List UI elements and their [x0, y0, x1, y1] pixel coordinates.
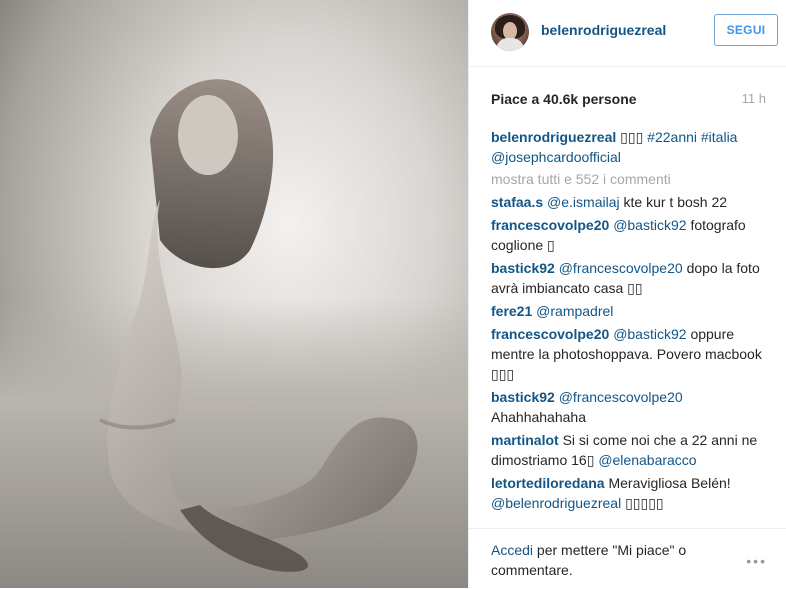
login-link[interactable]: Accedi: [491, 542, 533, 558]
caption-mention[interactable]: @josephcardoofficial: [491, 149, 621, 165]
comment-emoji: ▯▯▯▯▯: [625, 495, 664, 511]
post-footer: Accedi per mettere "Mi piace" o commenta…: [469, 528, 786, 589]
comments-list: belenrodriguezreal ▯▯▯ #22anni #italia @…: [491, 127, 771, 513]
more-options-icon[interactable]: •••: [746, 553, 767, 569]
photo-figure: [99, 79, 418, 572]
caption-hashtag[interactable]: #22anni: [647, 129, 697, 145]
comment-user[interactable]: francescovolpe20: [491, 326, 609, 342]
comment-item: fere21 @rampadrel: [491, 301, 771, 321]
comment-user[interactable]: francescovolpe20: [491, 217, 609, 233]
login-prompt: Accedi per mettere "Mi piace" o commenta…: [491, 540, 711, 580]
comment-mention[interactable]: @elenabaracco: [598, 452, 696, 468]
comment-item: francescovolpe20 @bastick92 fotografo co…: [491, 215, 771, 255]
caption-hashtag-2[interactable]: #italia: [701, 129, 738, 145]
comment-user[interactable]: bastick92: [491, 260, 555, 276]
comment-item: martinalot Si si come noi che a 22 anni …: [491, 430, 771, 470]
comment-text: kte kur t bosh 22: [623, 194, 728, 210]
comment-item: bastick92 @francescovolpe20 dopo la foto…: [491, 258, 771, 298]
comment-user[interactable]: fere21: [491, 303, 532, 319]
show-all-comments[interactable]: mostra tutti e 552 i commenti: [491, 169, 771, 189]
post-header: belenrodriguezreal SEGUI: [469, 0, 786, 67]
comment-mention[interactable]: @belenrodriguezreal: [491, 495, 621, 511]
comment-mention[interactable]: @rampadrel: [536, 303, 613, 319]
comment-item: francescovolpe20 @bastick92 oppure mentr…: [491, 324, 771, 384]
comment-user[interactable]: martinalot: [491, 432, 559, 448]
post-username[interactable]: belenrodriguezreal: [541, 22, 666, 38]
likes-count[interactable]: Piace a 40.6k persone: [491, 91, 637, 107]
comment-mention[interactable]: @francescovolpe20: [559, 389, 683, 405]
avatar[interactable]: [491, 13, 529, 51]
comment-text: Ahahhahahaha: [491, 409, 586, 425]
comment-mention[interactable]: @bastick92: [613, 326, 686, 342]
comment-item: bastick92 @francescovolpe20 Ahahhahahaha: [491, 387, 771, 427]
comment-user[interactable]: stafaa.s: [491, 194, 543, 210]
comment-user[interactable]: bastick92: [491, 389, 555, 405]
comment-item: letortediloredana Meravigliosa Belén! @b…: [491, 473, 771, 513]
comment-user[interactable]: letortediloredana: [491, 475, 605, 491]
avatar-shirt: [496, 38, 524, 51]
post-photo: [0, 0, 468, 588]
post-sidebar: belenrodriguezreal SEGUI Piace a 40.6k p…: [468, 0, 786, 588]
follow-button[interactable]: SEGUI: [714, 14, 778, 46]
caption: belenrodriguezreal ▯▯▯ #22anni #italia @…: [491, 127, 771, 167]
caption-emoji: ▯▯▯: [620, 129, 644, 145]
caption-user[interactable]: belenrodriguezreal: [491, 129, 616, 145]
comment-text: Meravigliosa Belén!: [608, 475, 731, 491]
comment-mention[interactable]: @francescovolpe20: [559, 260, 683, 276]
comment-mention[interactable]: @e.ismailaj: [547, 194, 620, 210]
comment-mention[interactable]: @bastick92: [613, 217, 686, 233]
comment-item: stafaa.s @e.ismailaj kte kur t bosh 22: [491, 192, 771, 212]
post-time: 11 h: [741, 91, 766, 106]
